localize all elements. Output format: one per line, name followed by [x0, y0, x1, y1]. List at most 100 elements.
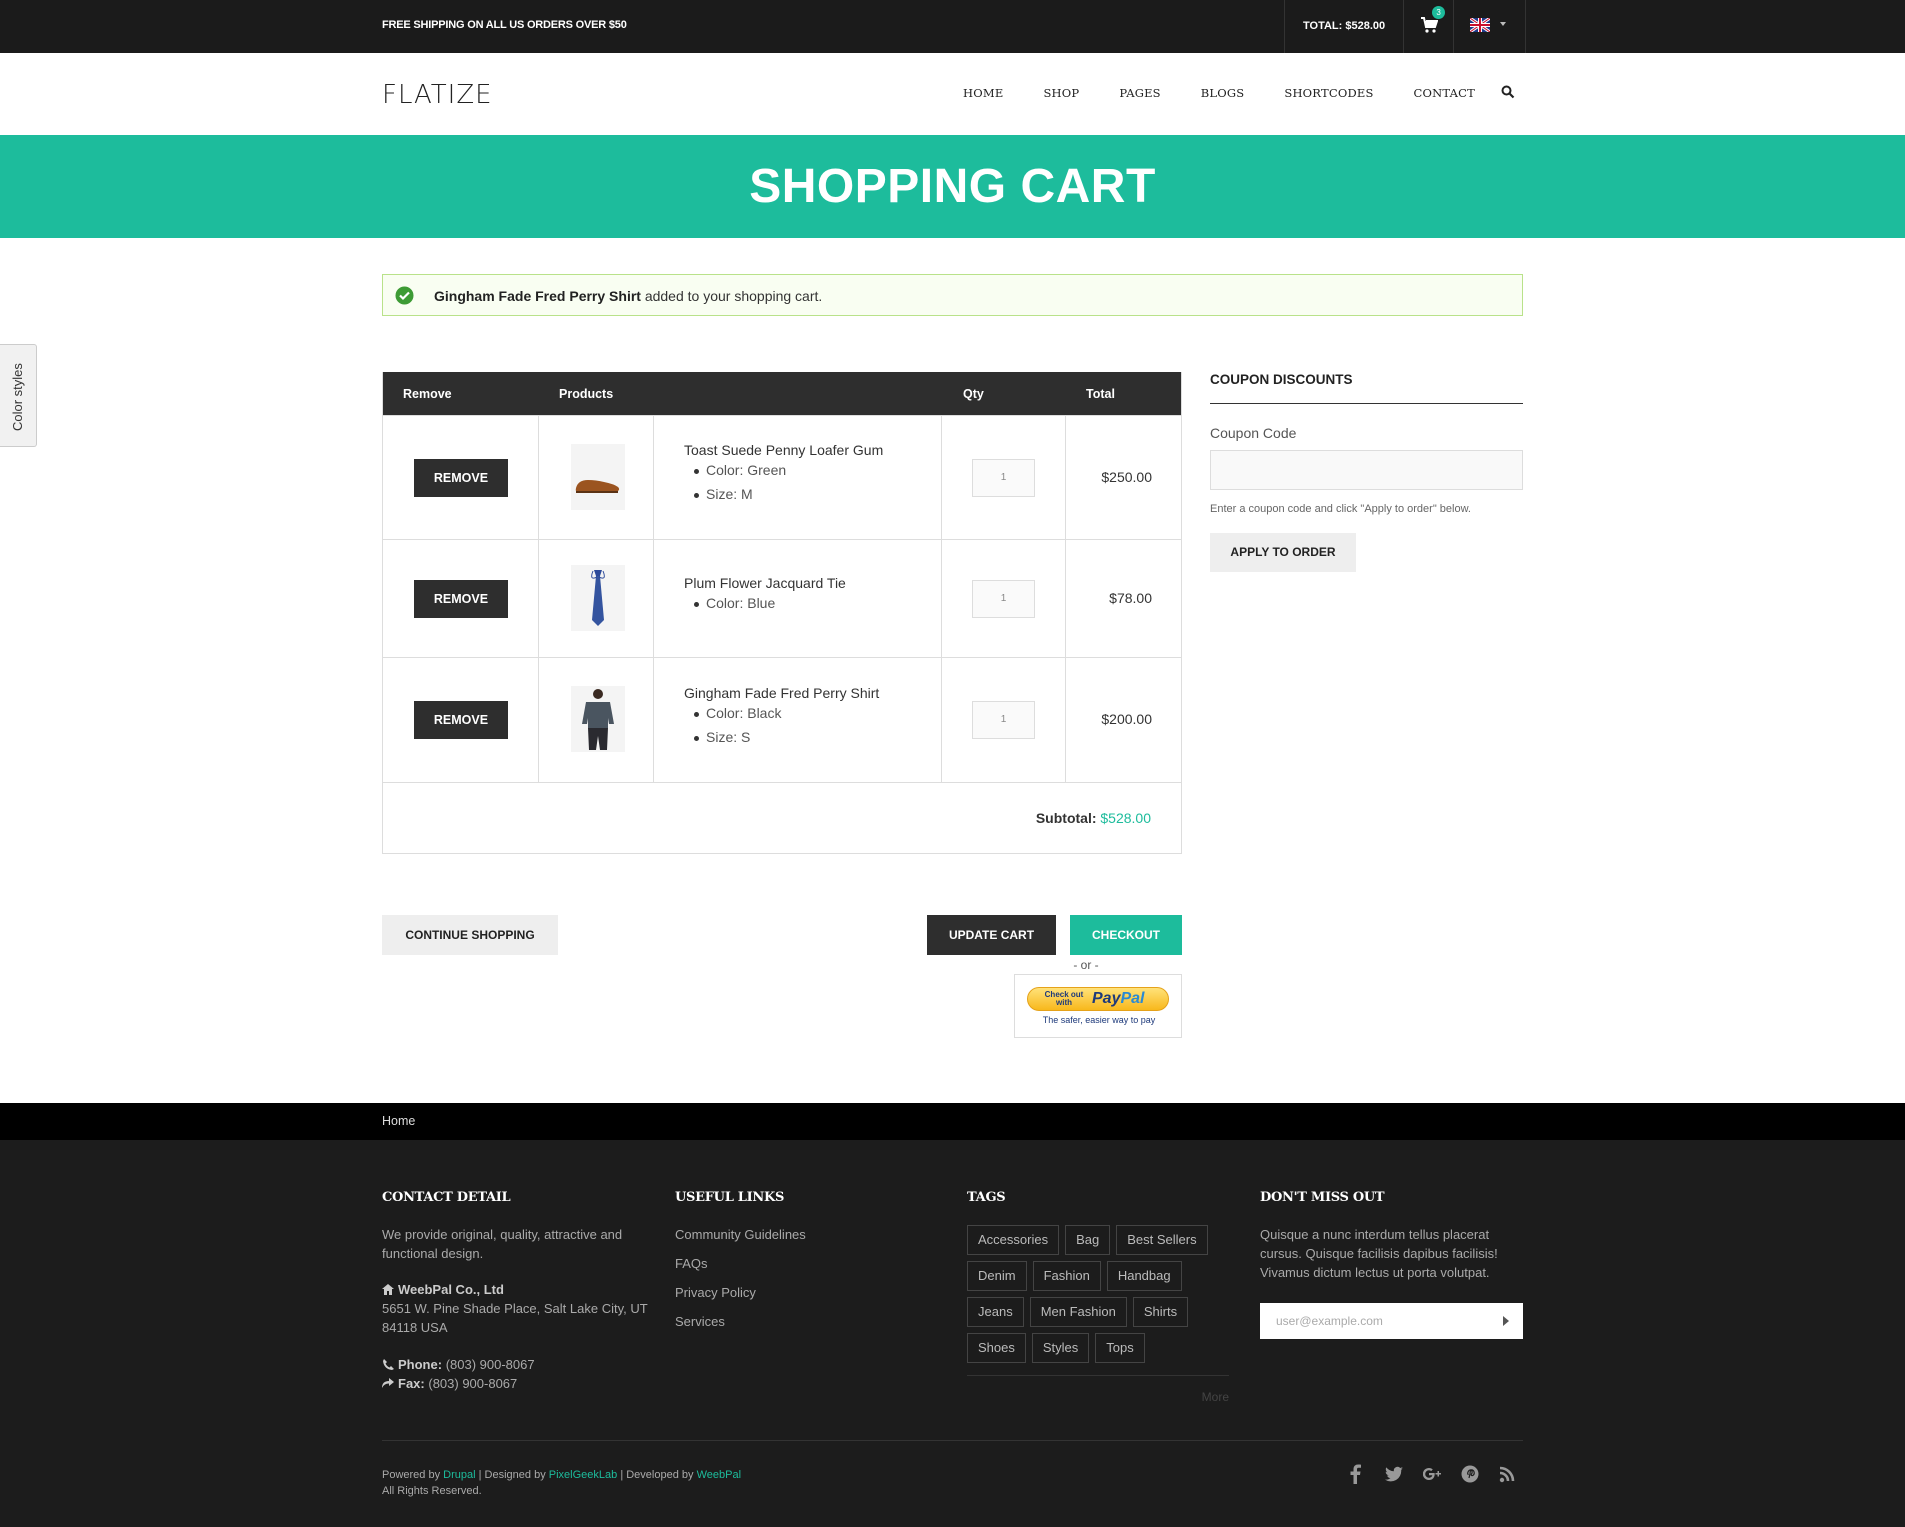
tag-fashion[interactable]: Fashion [1032, 1261, 1101, 1291]
nav-contact[interactable]: CONTACT [1414, 86, 1476, 100]
tag-handbag[interactable]: Handbag [1106, 1261, 1182, 1291]
checkout-button[interactable]: CHECKOUT [1070, 915, 1182, 955]
top-bar-right: TOTAL: $528.00 3 [1284, 0, 1527, 53]
arrow-right-icon[interactable] [1503, 1316, 1509, 1326]
company-name: WeebPal Co., Ltd [398, 1282, 504, 1297]
credits-weebpal-link[interactable]: WeebPal [697, 1469, 741, 1481]
share-icon [382, 1378, 394, 1388]
breadcrumb-home[interactable]: Home [382, 1114, 415, 1128]
tag-shirts[interactable]: Shirts [1132, 1297, 1189, 1327]
product-name[interactable]: Toast Suede Penny Loafer Gum [684, 442, 883, 458]
footer-link-community[interactable]: Community Guidelines [675, 1225, 875, 1244]
footer-newsletter-title: DON'T MISS OUT [1260, 1190, 1385, 1205]
quantity-input[interactable]: 1 [972, 580, 1035, 618]
message-text: Gingham Fade Fred Perry Shirt added to y… [434, 288, 822, 304]
nav-shortcodes[interactable]: SHORTCODES [1284, 86, 1373, 100]
tags-more-link[interactable]: More [967, 1390, 1229, 1404]
social-links [1347, 1464, 1537, 1484]
continue-shopping-button[interactable]: CONTINUE SHOPPING [382, 915, 558, 955]
tag-best-sellers[interactable]: Best Sellers [1116, 1225, 1208, 1255]
nav-home[interactable]: HOME [963, 86, 1003, 100]
tags-divider [967, 1375, 1229, 1376]
site-logo[interactable]: FLATIZE [382, 80, 493, 110]
nav-shop[interactable]: SHOP [1043, 86, 1079, 100]
header-products: Products [559, 387, 614, 401]
nav-pages[interactable]: PAGES [1119, 86, 1160, 100]
table-row: REMOVE Toast Suede Penny Loafer Gum Colo… [383, 415, 1181, 539]
fax-label: Fax: [398, 1376, 425, 1391]
footer-address: WeebPal Co., Ltd 5651 W. Pine Shade Plac… [382, 1280, 652, 1337]
product-thumbnail-shirt[interactable] [571, 686, 625, 752]
product-thumbnail-loafer[interactable] [571, 444, 625, 510]
color-styles-tab[interactable]: Color styles [0, 344, 37, 447]
cart-icon[interactable] [1420, 16, 1439, 34]
product-attr: Color: Green [693, 462, 787, 478]
subtotal: Subtotal: $528.00 [1036, 810, 1151, 826]
quantity-input[interactable]: 1 [972, 701, 1035, 739]
tag-jeans[interactable]: Jeans [967, 1297, 1024, 1327]
product-attr: Color: Blue [693, 595, 776, 611]
update-cart-button[interactable]: UPDATE CART [927, 915, 1056, 955]
nav-blogs[interactable]: BLOGS [1201, 86, 1245, 100]
footer-link-services[interactable]: Services [675, 1312, 875, 1331]
coupon-title: COUPON DISCOUNTS [1210, 372, 1523, 404]
newsletter-email-input[interactable]: user@example.com [1260, 1303, 1523, 1339]
product-name[interactable]: Gingham Fade Fred Perry Shirt [684, 685, 879, 701]
paypal-logo: PayPal [1092, 990, 1144, 1008]
search-icon[interactable] [1501, 85, 1515, 99]
coupon-panel: COUPON DISCOUNTS Coupon Code Enter a cou… [1210, 372, 1523, 572]
tag-accessories[interactable]: Accessories [967, 1225, 1060, 1255]
credits-drupal-link[interactable]: Drupal [443, 1469, 475, 1481]
rss-icon[interactable] [1499, 1464, 1517, 1484]
footer-credits: Powered by Drupal | Designed by PixelGee… [382, 1467, 741, 1499]
language-switcher[interactable] [1454, 0, 1527, 53]
credits-powered: Powered by [382, 1469, 441, 1481]
site-header: FLATIZE HOME SHOP PAGES BLOGS SHORTCODES… [0, 53, 1905, 135]
apply-to-order-button[interactable]: APPLY TO ORDER [1210, 533, 1356, 572]
added-to-cart-message: Gingham Fade Fred Perry Shirt added to y… [382, 274, 1523, 316]
line-total: $78.00 [1109, 590, 1152, 606]
credits-pixelgeeklab-link[interactable]: PixelGeekLab [549, 1469, 618, 1481]
tag-shoes[interactable]: Shoes [967, 1333, 1026, 1363]
phone-number: (803) 900-8067 [445, 1357, 535, 1372]
or-separator: - or - [1073, 958, 1099, 972]
tag-styles[interactable]: Styles [1031, 1333, 1090, 1363]
product-name[interactable]: Plum Flower Jacquard Tie [684, 575, 846, 591]
tag-men-fashion[interactable]: Men Fashion [1029, 1297, 1127, 1327]
coupon-code-input[interactable] [1210, 450, 1523, 490]
remove-button[interactable]: REMOVE [414, 459, 508, 497]
coupon-hint: Enter a coupon code and click "Apply to … [1210, 503, 1471, 515]
tag-tops[interactable]: Tops [1095, 1333, 1145, 1363]
footer-links: USEFUL LINKS Community Guidelines FAQs P… [675, 1190, 875, 1341]
footer-link-privacy[interactable]: Privacy Policy [675, 1283, 875, 1302]
page-banner: SHOPPING CART [0, 135, 1905, 238]
quantity-input[interactable]: 1 [972, 459, 1035, 497]
mini-cart[interactable]: 3 [1404, 0, 1455, 53]
google-plus-icon[interactable] [1423, 1464, 1441, 1484]
footer-tags: TAGS Accessories Bag Best Sellers Denim … [967, 1190, 1229, 1404]
color-styles-label: Color styles [10, 363, 25, 431]
remove-button[interactable]: REMOVE [414, 580, 508, 618]
subtotal-label: Subtotal: [1035, 810, 1097, 826]
newsletter-placeholder: user@example.com [1276, 1314, 1383, 1328]
paypal-pill: Check out with PayPal [1027, 987, 1169, 1011]
chevron-down-icon[interactable] [1500, 22, 1507, 26]
line-total: $200.00 [1101, 711, 1152, 727]
product-thumbnail-tie[interactable] [571, 565, 625, 631]
uk-flag-icon[interactable] [1470, 18, 1491, 32]
credits-designed: | Designed by [478, 1469, 546, 1481]
cart-total[interactable]: TOTAL: $528.00 [1285, 0, 1405, 53]
footer-link-faqs[interactable]: FAQs [675, 1254, 875, 1273]
footer-phone: Phone: (803) 900-8067 Fax: (803) 900-806… [382, 1355, 652, 1393]
cart-table: Remove Products Qty Total REMOVE Toast S… [382, 372, 1182, 854]
paypal-checkout-button[interactable]: Check out with PayPal The safer, easier … [1014, 974, 1182, 1038]
phone-icon [383, 1359, 394, 1370]
facebook-icon[interactable] [1347, 1464, 1365, 1484]
tag-bag[interactable]: Bag [1065, 1225, 1111, 1255]
pinterest-icon[interactable] [1461, 1464, 1479, 1484]
twitter-icon[interactable] [1385, 1464, 1403, 1484]
footer-newsletter: DON'T MISS OUT Quisque a nunc interdum t… [1260, 1190, 1523, 1339]
remove-button[interactable]: REMOVE [414, 701, 508, 739]
product-attr: Size: M [694, 486, 753, 502]
tag-denim[interactable]: Denim [967, 1261, 1027, 1291]
